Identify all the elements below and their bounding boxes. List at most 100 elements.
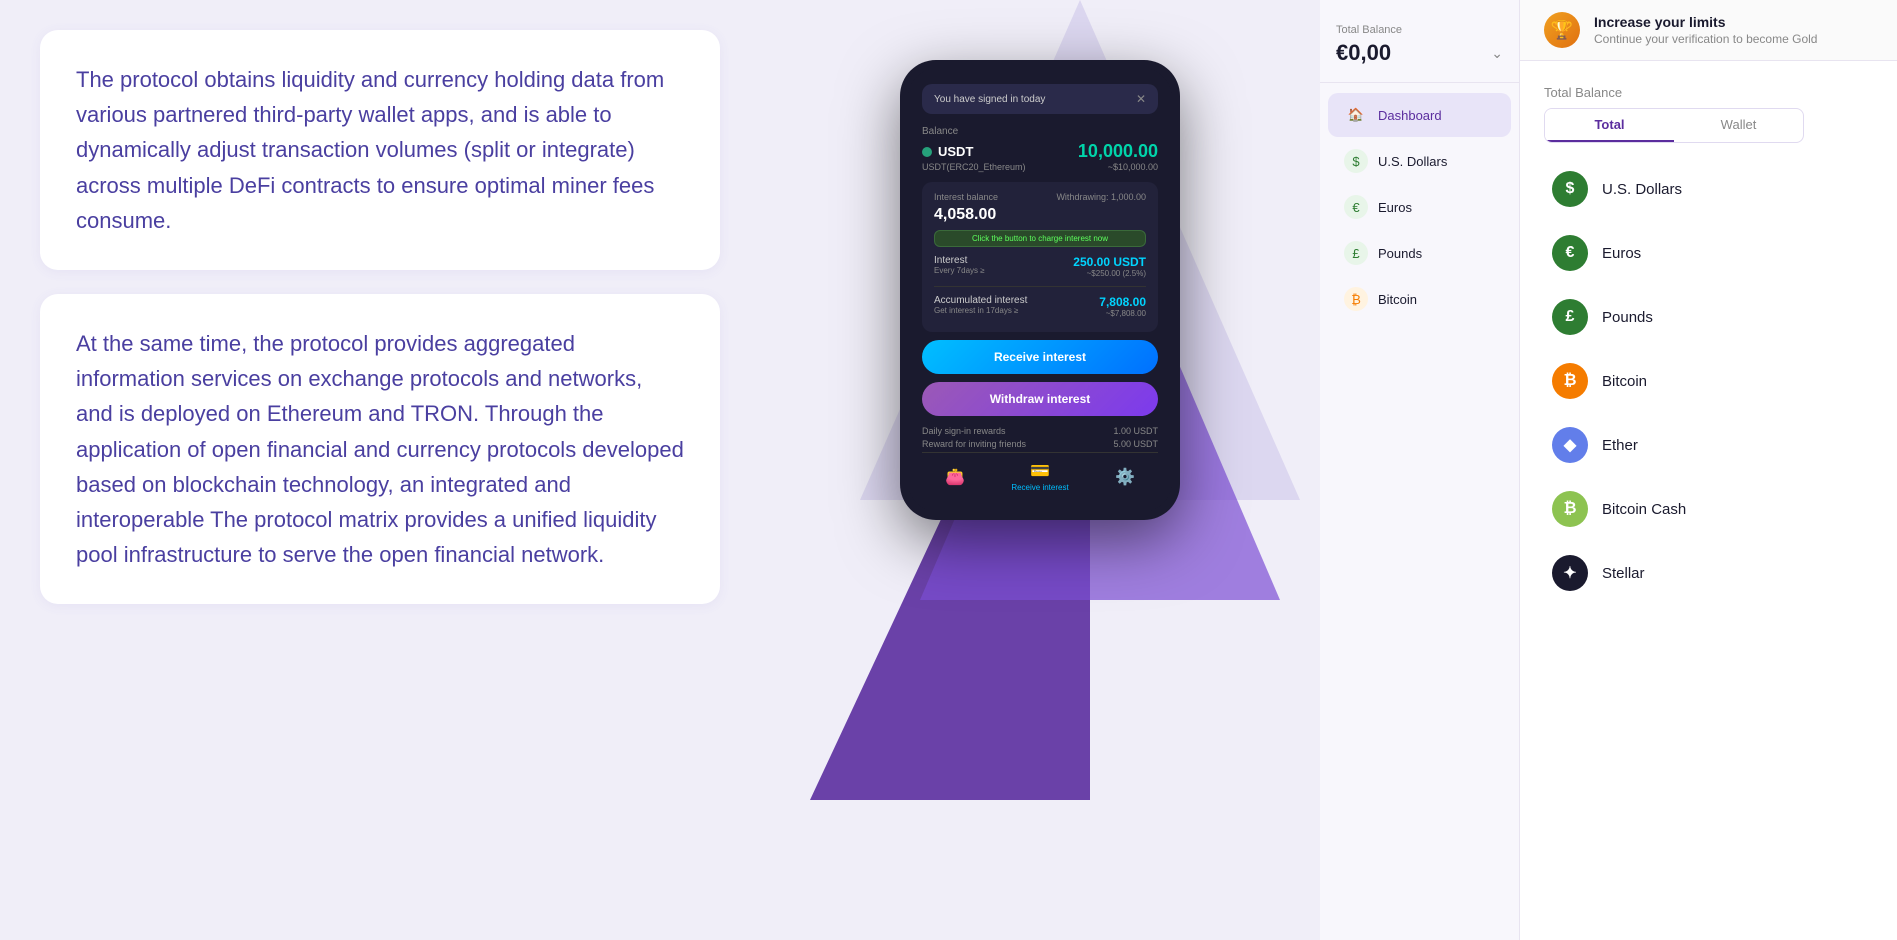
- sidebar-item-btc-label: Bitcoin: [1378, 292, 1417, 307]
- phone-notification: You have signed in today ✕: [922, 84, 1158, 114]
- wallet-balance-header: Total Balance €0,00 ⌄: [1320, 16, 1519, 83]
- sidebar-item-eur[interactable]: € Euros: [1328, 185, 1511, 229]
- phone-bottom-settings[interactable]: ⚙️: [1115, 467, 1135, 487]
- phone-interest-amount: 250.00 USDT: [1073, 255, 1146, 269]
- daily-sign-row: Daily sign-in rewards 1.00 USDT: [922, 426, 1158, 436]
- wallet-content: Total Balance Total Wallet $ U.S. Dollar…: [1520, 61, 1897, 627]
- usd-currency-icon: $: [1552, 171, 1588, 207]
- sidebar-item-usd[interactable]: $ U.S. Dollars: [1328, 139, 1511, 183]
- right-panel: Total Balance €0,00 ⌄ 🏠 Dashboard $ U.S.…: [1320, 0, 1897, 940]
- wallet-tabs: Total Wallet: [1544, 108, 1804, 143]
- phone-usdt-amount: 10,000.00: [1078, 141, 1158, 162]
- sidebar-item-gbp[interactable]: £ Pounds: [1328, 231, 1511, 275]
- wallet-balance-amount-row: €0,00 ⌄: [1336, 40, 1503, 66]
- phone-usdt-left: USDT: [922, 144, 973, 159]
- daily-sign-amount: 1.00 USDT: [1113, 426, 1158, 436]
- banner-text-block: Increase your limits Continue your verif…: [1594, 14, 1873, 46]
- phone-interest-every: Every 7days ≥: [934, 266, 985, 275]
- gbp-icon: £: [1344, 241, 1368, 265]
- phone-usdt-label: USDT: [938, 144, 973, 159]
- phone-interest-header: Interest balance Withdrawing: 1,000.00: [934, 192, 1146, 202]
- receive-icon: 💳: [1030, 461, 1050, 481]
- eur-currency-name: Euros: [1602, 245, 1641, 262]
- phone-usdt-sub: ~$10,000.00: [1108, 162, 1158, 172]
- phone-accumulated-label: Accumulated interest: [934, 295, 1027, 306]
- invite-reward-row: Reward for inviting friends 5.00 USDT: [922, 439, 1158, 449]
- bch-currency-name: Bitcoin Cash: [1602, 501, 1686, 518]
- tab-total[interactable]: Total: [1545, 109, 1674, 142]
- currency-item-usd[interactable]: $ U.S. Dollars: [1544, 159, 1873, 219]
- eth-currency-icon: ◆: [1552, 427, 1588, 463]
- currency-item-btc[interactable]: ₿ Bitcoin: [1544, 351, 1873, 411]
- currency-item-eur[interactable]: € Euros: [1544, 223, 1873, 283]
- eur-icon: €: [1344, 195, 1368, 219]
- text-card-1: The protocol obtains liquidity and curre…: [40, 30, 720, 270]
- wallet-balance-amount: €0,00: [1336, 40, 1391, 66]
- xlm-currency-icon: ✦: [1552, 555, 1588, 591]
- banner-title: Increase your limits: [1594, 14, 1873, 30]
- text-card-2-content: At the same time, the protocol provides …: [76, 326, 684, 572]
- phone-bottom-bar: 👛 💳 Receive interest ⚙️: [922, 452, 1158, 496]
- usd-currency-name: U.S. Dollars: [1602, 181, 1682, 198]
- phone-balance-section: Balance USDT 10,000.00 USDT(ERC20_Ethere…: [922, 126, 1158, 172]
- wallet-nav: 🏠 Dashboard $ U.S. Dollars € Euros £ Pou…: [1320, 83, 1519, 331]
- phone-interest-row: Interest Every 7days ≥ 250.00 USDT ~$250…: [934, 255, 1146, 278]
- phone-bottom-receive-label: Receive interest: [1011, 483, 1068, 492]
- wallet-main: 🏆 Increase your limits Continue your ver…: [1520, 0, 1897, 940]
- phone-interest-sub: ~$250.00 (2.5%): [1073, 269, 1146, 278]
- phone-withdrawing-label: Withdrawing: 1,000.00: [1056, 192, 1146, 202]
- text-card-1-content: The protocol obtains liquidity and curre…: [76, 62, 684, 238]
- trophy-emoji: 🏆: [1551, 20, 1573, 41]
- currency-item-xlm[interactable]: ✦ Stellar: [1544, 543, 1873, 603]
- wallet-total-balance-label: Total Balance: [1544, 85, 1873, 100]
- phone-acc-right: 7,808.00 ~$7,808.00: [1099, 295, 1146, 318]
- settings-icon: ⚙️: [1115, 467, 1135, 487]
- phone-accumulated-sub: ~$7,808.00: [1099, 309, 1146, 318]
- currency-item-gbp[interactable]: £ Pounds: [1544, 287, 1873, 347]
- phone-int-left: Interest Every 7days ≥: [934, 255, 985, 275]
- phone-balance-label: Balance: [922, 126, 1158, 137]
- phone-rewards: Daily sign-in rewards 1.00 USDT Reward f…: [922, 426, 1158, 449]
- middle-panel: You have signed in today ✕ Balance USDT …: [760, 0, 1320, 940]
- currency-item-bch[interactable]: ₿ Bitcoin Cash: [1544, 479, 1873, 539]
- sidebar-item-eur-label: Euros: [1378, 200, 1412, 215]
- sidebar-item-btc[interactable]: ₿ Bitcoin: [1328, 277, 1511, 321]
- phone-accumulated-row: Accumulated interest Get interest in 17d…: [934, 295, 1146, 318]
- usd-icon: $: [1344, 149, 1368, 173]
- trophy-icon: 🏆: [1544, 12, 1580, 48]
- wallet-top-banner[interactable]: 🏆 Increase your limits Continue your ver…: [1520, 0, 1897, 61]
- chevron-down-icon[interactable]: ⌄: [1491, 45, 1503, 62]
- btc-currency-icon: ₿: [1552, 363, 1588, 399]
- sidebar-item-dashboard-label: Dashboard: [1378, 108, 1442, 123]
- currency-item-eth[interactable]: ◆ Ether: [1544, 415, 1873, 475]
- sidebar-item-dashboard[interactable]: 🏠 Dashboard: [1328, 93, 1511, 137]
- phone-bottom-receive[interactable]: 💳 Receive interest: [1011, 461, 1068, 492]
- eur-currency-icon: €: [1552, 235, 1588, 271]
- eth-currency-name: Ether: [1602, 437, 1638, 454]
- text-card-2: At the same time, the protocol provides …: [40, 294, 720, 604]
- phone-accumulated-every: Get interest in 17days ≥: [934, 306, 1027, 315]
- invite-reward-label: Reward for inviting friends: [922, 439, 1026, 449]
- left-panel: The protocol obtains liquidity and curre…: [0, 0, 760, 940]
- close-icon[interactable]: ✕: [1136, 92, 1146, 106]
- phone-charge-btn[interactable]: Click the button to charge interest now: [934, 230, 1146, 247]
- phone-usdt-erc: USDT(ERC20_Ethereum): [922, 162, 1026, 172]
- phone-interest-label: Interest: [934, 255, 985, 266]
- phone-usdt-row: USDT 10,000.00: [922, 141, 1158, 162]
- phone-bottom-wallet[interactable]: 👛: [945, 467, 965, 487]
- banner-subtitle: Continue your verification to become Gol…: [1594, 32, 1873, 46]
- usdt-icon: [922, 147, 932, 157]
- wallet-balance-label: Total Balance: [1336, 24, 1503, 36]
- dashboard-icon: 🏠: [1344, 103, 1368, 127]
- phone-container: You have signed in today ✕ Balance USDT …: [900, 60, 1180, 520]
- phone-frame: You have signed in today ✕ Balance USDT …: [900, 60, 1180, 520]
- phone-interest-section: Interest balance Withdrawing: 1,000.00 4…: [922, 182, 1158, 332]
- sidebar-item-gbp-label: Pounds: [1378, 246, 1422, 261]
- wallet-content-header: Total Balance Total Wallet: [1544, 85, 1873, 143]
- xlm-currency-name: Stellar: [1602, 565, 1645, 582]
- tab-wallet[interactable]: Wallet: [1674, 109, 1803, 142]
- btc-currency-name: Bitcoin: [1602, 373, 1647, 390]
- withdraw-interest-button[interactable]: Withdraw interest: [922, 382, 1158, 416]
- bch-currency-icon: ₿: [1552, 491, 1588, 527]
- receive-interest-button[interactable]: Receive interest: [922, 340, 1158, 374]
